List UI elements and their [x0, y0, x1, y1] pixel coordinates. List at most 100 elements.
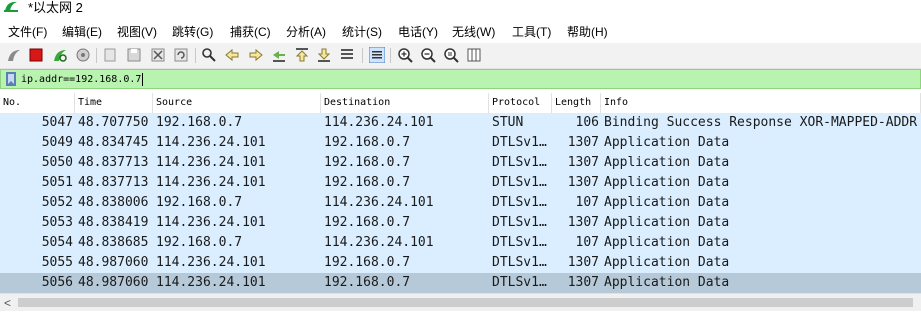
toolbar-separator	[390, 48, 391, 63]
go-back-icon[interactable]	[224, 47, 240, 63]
close-file-icon[interactable]	[150, 47, 166, 63]
cell-info: Application Data	[604, 275, 730, 290]
cell-destination: 192.168.0.7	[324, 155, 411, 170]
cell-no: 5056	[41, 275, 73, 290]
cell-source: 192.168.0.7	[156, 235, 243, 250]
packet-row[interactable]: 5054 48.838685 192.168.0.7 114.236.24.101 DT…	[0, 233, 921, 253]
column-header-destination[interactable]: Destination	[321, 93, 489, 113]
packet-row[interactable]: 5051 48.837713 114.236.24.101 192.168.0.7 DT…	[0, 173, 921, 193]
cell-time: 48.834745	[78, 135, 149, 150]
cell-time: 48.837713	[78, 155, 149, 170]
packet-row[interactable]: 5049 48.834745 114.236.24.101 192.168.0.7 DT…	[0, 133, 921, 153]
cell-length: 1307	[567, 155, 599, 170]
menu-item-9[interactable]: 工具(T)	[512, 23, 551, 40]
resize-columns-icon[interactable]	[466, 47, 482, 63]
menu-item-1[interactable]: 编辑(E)	[62, 23, 102, 40]
column-header-time[interactable]: Time	[75, 93, 153, 113]
cell-destination: 114.236.24.101	[324, 115, 434, 130]
cell-no: 5054	[41, 235, 73, 250]
packet-row[interactable]: 5047 48.707750 192.168.0.7 114.236.24.101 ST…	[0, 113, 921, 133]
horizontal-scrollbar[interactable]: <	[0, 293, 921, 311]
cell-destination: 114.236.24.101	[324, 235, 434, 250]
cell-source: 114.236.24.101	[156, 215, 266, 230]
go-first-icon[interactable]	[294, 47, 310, 63]
cell-no: 5055	[41, 255, 73, 270]
cell-length: 1307	[567, 275, 599, 290]
restart-capture-icon[interactable]	[52, 47, 68, 63]
column-header-length[interactable]: Length	[552, 93, 601, 113]
cell-source: 114.236.24.101	[156, 155, 266, 170]
cell-no: 5053	[41, 215, 73, 230]
packet-row[interactable]: 5056 48.987060 114.236.24.101 192.168.0.7 DT…	[0, 273, 921, 293]
packet-row[interactable]: 5050 48.837713 114.236.24.101 192.168.0.7 DT…	[0, 153, 921, 173]
cell-protocol: DTLSv1…	[492, 215, 547, 230]
cell-destination: 192.168.0.7	[324, 135, 411, 150]
cell-info: Application Data	[604, 235, 730, 250]
menu-item-6[interactable]: 统计(S)	[342, 23, 382, 40]
open-file-icon[interactable]	[102, 47, 118, 63]
cell-time: 48.987060	[78, 275, 149, 290]
save-file-icon[interactable]	[126, 47, 142, 63]
column-header-info[interactable]: Info	[601, 93, 921, 113]
colorize-icon[interactable]	[368, 46, 386, 64]
cell-protocol: DTLSv1…	[492, 195, 547, 210]
cell-time: 48.838419	[78, 215, 149, 230]
zoom-in-icon[interactable]	[397, 47, 413, 63]
display-filter-input[interactable]	[21, 71, 901, 87]
title-bar: *以太网 2	[0, 0, 921, 16]
cell-length: 1307	[567, 135, 599, 150]
cell-info: Application Data	[604, 195, 730, 210]
cell-no: 5051	[41, 175, 73, 190]
menu-item-5[interactable]: 分析(A)	[286, 23, 326, 40]
cell-source: 114.236.24.101	[156, 275, 266, 290]
menu-item-0[interactable]: 文件(F)	[8, 23, 47, 40]
menu-item-10[interactable]: 帮助(H)	[567, 23, 608, 40]
cell-time: 48.838006	[78, 195, 149, 210]
go-last-icon[interactable]	[316, 47, 332, 63]
column-header-protocol[interactable]: Protocol	[489, 93, 552, 113]
normal-size-icon[interactable]	[443, 47, 459, 63]
cell-info: Application Data	[604, 135, 730, 150]
cell-info: Application Data	[604, 155, 730, 170]
go-to-packet-icon[interactable]	[271, 47, 287, 63]
window-title: *以太网 2	[28, 0, 83, 15]
packet-row[interactable]: 5053 48.838419 114.236.24.101 192.168.0.7 DT…	[0, 213, 921, 233]
scrollbar-thumb[interactable]	[18, 298, 913, 307]
column-header-source[interactable]: Source	[153, 93, 321, 113]
find-packet-icon[interactable]	[201, 47, 217, 63]
toolbar-separator	[195, 48, 196, 63]
cell-no: 5052	[41, 195, 73, 210]
cell-destination: 192.168.0.7	[324, 255, 411, 270]
main-toolbar	[0, 43, 921, 69]
cell-info: Binding Success Response XOR-MAPPED-ADDR	[604, 115, 918, 130]
reload-icon[interactable]	[173, 47, 189, 63]
stop-capture-icon[interactable]	[28, 47, 44, 63]
shark-fin-start-icon[interactable]	[6, 47, 22, 63]
toolbar-separator	[362, 48, 363, 63]
cell-protocol: DTLSv1…	[492, 175, 547, 190]
toolbar-separator	[96, 48, 97, 63]
filter-bookmark-icon[interactable]	[5, 72, 17, 86]
go-forward-icon[interactable]	[248, 47, 264, 63]
menu-item-4[interactable]: 捕获(C)	[230, 23, 271, 40]
cell-destination: 192.168.0.7	[324, 215, 411, 230]
menu-item-3[interactable]: 跳转(G)	[172, 23, 213, 40]
column-header-no[interactable]: No.	[0, 93, 75, 113]
cell-protocol: STUN	[492, 115, 524, 130]
cell-time: 48.837713	[78, 175, 149, 190]
packet-list-header: No. Time Source Destination Protocol Length In…	[0, 93, 921, 114]
scroll-left-arrow-icon[interactable]: <	[4, 296, 11, 310]
menu-item-2[interactable]: 视图(V)	[117, 23, 157, 40]
packet-row[interactable]: 5052 48.838006 192.168.0.7 114.236.24.101 DT…	[0, 193, 921, 213]
cell-time: 48.707750	[78, 115, 149, 130]
cell-no: 5047	[41, 115, 73, 130]
cell-time: 48.838685	[78, 235, 149, 250]
display-filter-bar	[0, 69, 921, 89]
menu-item-7[interactable]: 电话(Y)	[398, 23, 438, 40]
capture-options-icon[interactable]	[75, 47, 91, 63]
cell-length: 107	[575, 195, 599, 210]
packet-row[interactable]: 5055 48.987060 114.236.24.101 192.168.0.7 DT…	[0, 253, 921, 273]
zoom-out-icon[interactable]	[420, 47, 436, 63]
auto-scroll-icon[interactable]	[339, 47, 355, 63]
menu-item-8[interactable]: 无线(W)	[452, 23, 495, 40]
